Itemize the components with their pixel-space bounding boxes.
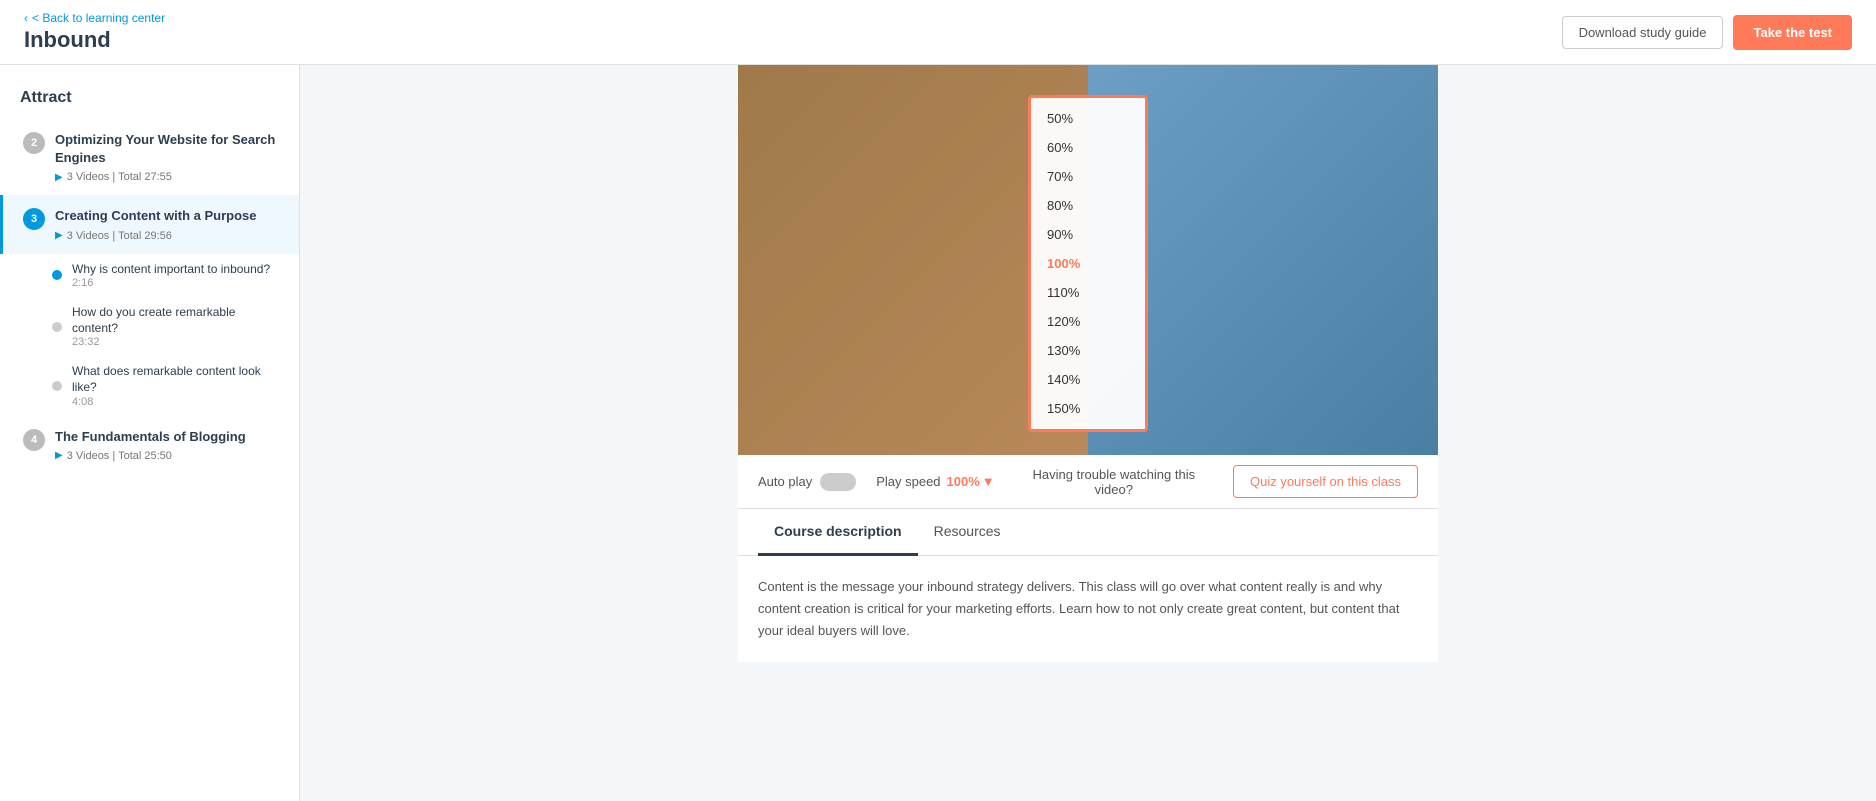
sidebar: Attract 2 Optimizing Your Website for Se… [0, 65, 300, 801]
tabs-section: Course description Resources Content is … [738, 509, 1438, 662]
header-left: ‹ < Back to learning center Inbound [24, 11, 165, 53]
sidebar-item-4-number: 4 [23, 429, 45, 451]
content-area: 50% 60% 70% 80% 90% 100% 110% 120% 130% … [300, 65, 1876, 801]
video-thumbnail[interactable]: 50% 60% 70% 80% 90% 100% 110% 120% 130% … [738, 65, 1438, 455]
trouble-watching-link[interactable]: Having trouble watching this video? [1015, 467, 1213, 497]
sidebar-item-2-content: Optimizing Your Website for Search Engin… [55, 131, 279, 183]
speed-option-140[interactable]: 140% [1031, 365, 1145, 394]
header: ‹ < Back to learning center Inbound Down… [0, 0, 1876, 65]
sidebar-item-2-meta: ▶ 3 Videos | Total 27:55 [55, 171, 279, 183]
back-link-label: < Back to learning center [32, 11, 165, 25]
speed-option-90[interactable]: 90% [1031, 220, 1145, 249]
video-icon-3: ▶ [55, 230, 63, 241]
quiz-yourself-button[interactable]: Quiz yourself on this class [1233, 465, 1418, 498]
sidebar-item-2[interactable]: 2 Optimizing Your Website for Search Eng… [0, 119, 299, 195]
sidebar-item-4[interactable]: 4 The Fundamentals of Blogging ▶ 3 Video… [0, 416, 299, 474]
sidebar-section-title: Attract [0, 81, 299, 119]
sidebar-item-4-content: The Fundamentals of Blogging ▶ 3 Videos … [55, 428, 246, 462]
speed-option-110[interactable]: 110% [1031, 278, 1145, 307]
sidebar-sub-item-3-1-content: Why is content important to inbound? 2:1… [72, 262, 270, 290]
sub-item-3-1-duration: 2:16 [72, 277, 270, 289]
speed-option-80[interactable]: 80% [1031, 191, 1145, 220]
speed-option-120[interactable]: 120% [1031, 307, 1145, 336]
tab-resources[interactable]: Resources [918, 509, 1017, 556]
speed-dropdown[interactable]: 50% 60% 70% 80% 90% 100% 110% 120% 130% … [1028, 95, 1148, 432]
play-speed-section: Play speed 100% ▼ [876, 474, 994, 489]
sub-item-3-2-title: How do you create remarkable content? [72, 305, 279, 336]
video-icon-2: ▶ [55, 172, 63, 183]
sidebar-item-4-title: The Fundamentals of Blogging [55, 428, 246, 446]
sidebar-item-3-meta-text: 3 Videos | Total 29:56 [67, 230, 172, 242]
sidebar-item-3-meta: ▶ 3 Videos | Total 29:56 [55, 230, 257, 242]
sub-item-3-3-title: What does remarkable content look like? [72, 364, 279, 395]
download-study-guide-button[interactable]: Download study guide [1562, 16, 1724, 49]
sidebar-item-2-number: 2 [23, 132, 45, 154]
page-title: Inbound [24, 27, 165, 53]
sidebar-item-3-title: Creating Content with a Purpose [55, 207, 257, 225]
video-container: 50% 60% 70% 80% 90% 100% 110% 120% 130% … [738, 65, 1438, 455]
back-link[interactable]: ‹ < Back to learning center [24, 11, 165, 25]
speed-chevron-icon: ▼ [982, 474, 995, 489]
sidebar-item-2-title: Optimizing Your Website for Search Engin… [55, 131, 279, 167]
auto-play-section: Auto play [758, 473, 856, 491]
auto-play-toggle[interactable] [820, 473, 856, 491]
speed-option-130[interactable]: 130% [1031, 336, 1145, 365]
speed-option-70[interactable]: 70% [1031, 162, 1145, 191]
play-speed-value[interactable]: 100% ▼ [947, 474, 995, 489]
sub-item-3-3-duration: 4:08 [72, 396, 279, 408]
back-arrow-icon: ‹ [24, 11, 28, 25]
sidebar-sub-item-3-1[interactable]: Why is content important to inbound? 2:1… [0, 254, 299, 298]
speed-option-100[interactable]: 100% [1031, 249, 1145, 278]
sidebar-item-3-number: 3 [23, 208, 45, 230]
speed-option-60[interactable]: 60% [1031, 133, 1145, 162]
play-speed-label: Play speed [876, 474, 940, 489]
speed-option-50[interactable]: 50% [1031, 104, 1145, 133]
sidebar-item-4-meta-text: 3 Videos | Total 25:50 [67, 450, 172, 462]
speed-option-150[interactable]: 150% [1031, 394, 1145, 423]
tab-course-description-label: Course description [774, 523, 902, 539]
tabs-bar: Course description Resources [738, 509, 1438, 556]
sub-dot-3-1 [52, 270, 62, 280]
video-wrapper: 50% 60% 70% 80% 90% 100% 110% 120% 130% … [738, 65, 1438, 455]
sidebar-sub-item-3-2-content: How do you create remarkable content? 23… [72, 305, 279, 348]
speed-value-text: 100% [947, 474, 980, 489]
sidebar-sub-item-3-2[interactable]: How do you create remarkable content? 23… [0, 297, 299, 356]
main-layout: Attract 2 Optimizing Your Website for Se… [0, 65, 1876, 801]
sidebar-sub-item-3-3-content: What does remarkable content look like? … [72, 364, 279, 407]
video-icon-4: ▶ [55, 450, 63, 461]
sub-item-3-1-title: Why is content important to inbound? [72, 262, 270, 278]
header-right: Download study guide Take the test [1562, 15, 1852, 50]
sidebar-item-2-meta-text: 3 Videos | Total 27:55 [67, 171, 172, 183]
sub-item-3-2-duration: 23:32 [72, 336, 279, 348]
sidebar-item-3-content: Creating Content with a Purpose ▶ 3 Vide… [55, 207, 257, 241]
course-description-text: Content is the message your inbound stra… [738, 556, 1438, 662]
sidebar-sub-item-3-3[interactable]: What does remarkable content look like? … [0, 356, 299, 415]
tab-course-description[interactable]: Course description [758, 509, 918, 556]
auto-play-label: Auto play [758, 474, 812, 489]
video-controls-bar: Auto play Play speed 100% ▼ Having troub… [738, 455, 1438, 509]
sidebar-item-4-meta: ▶ 3 Videos | Total 25:50 [55, 450, 246, 462]
sub-dot-3-3 [52, 381, 62, 391]
sidebar-item-3[interactable]: 3 Creating Content with a Purpose ▶ 3 Vi… [0, 195, 299, 253]
tab-resources-label: Resources [934, 523, 1001, 539]
sub-dot-3-2 [52, 322, 62, 332]
take-test-button[interactable]: Take the test [1733, 15, 1852, 50]
